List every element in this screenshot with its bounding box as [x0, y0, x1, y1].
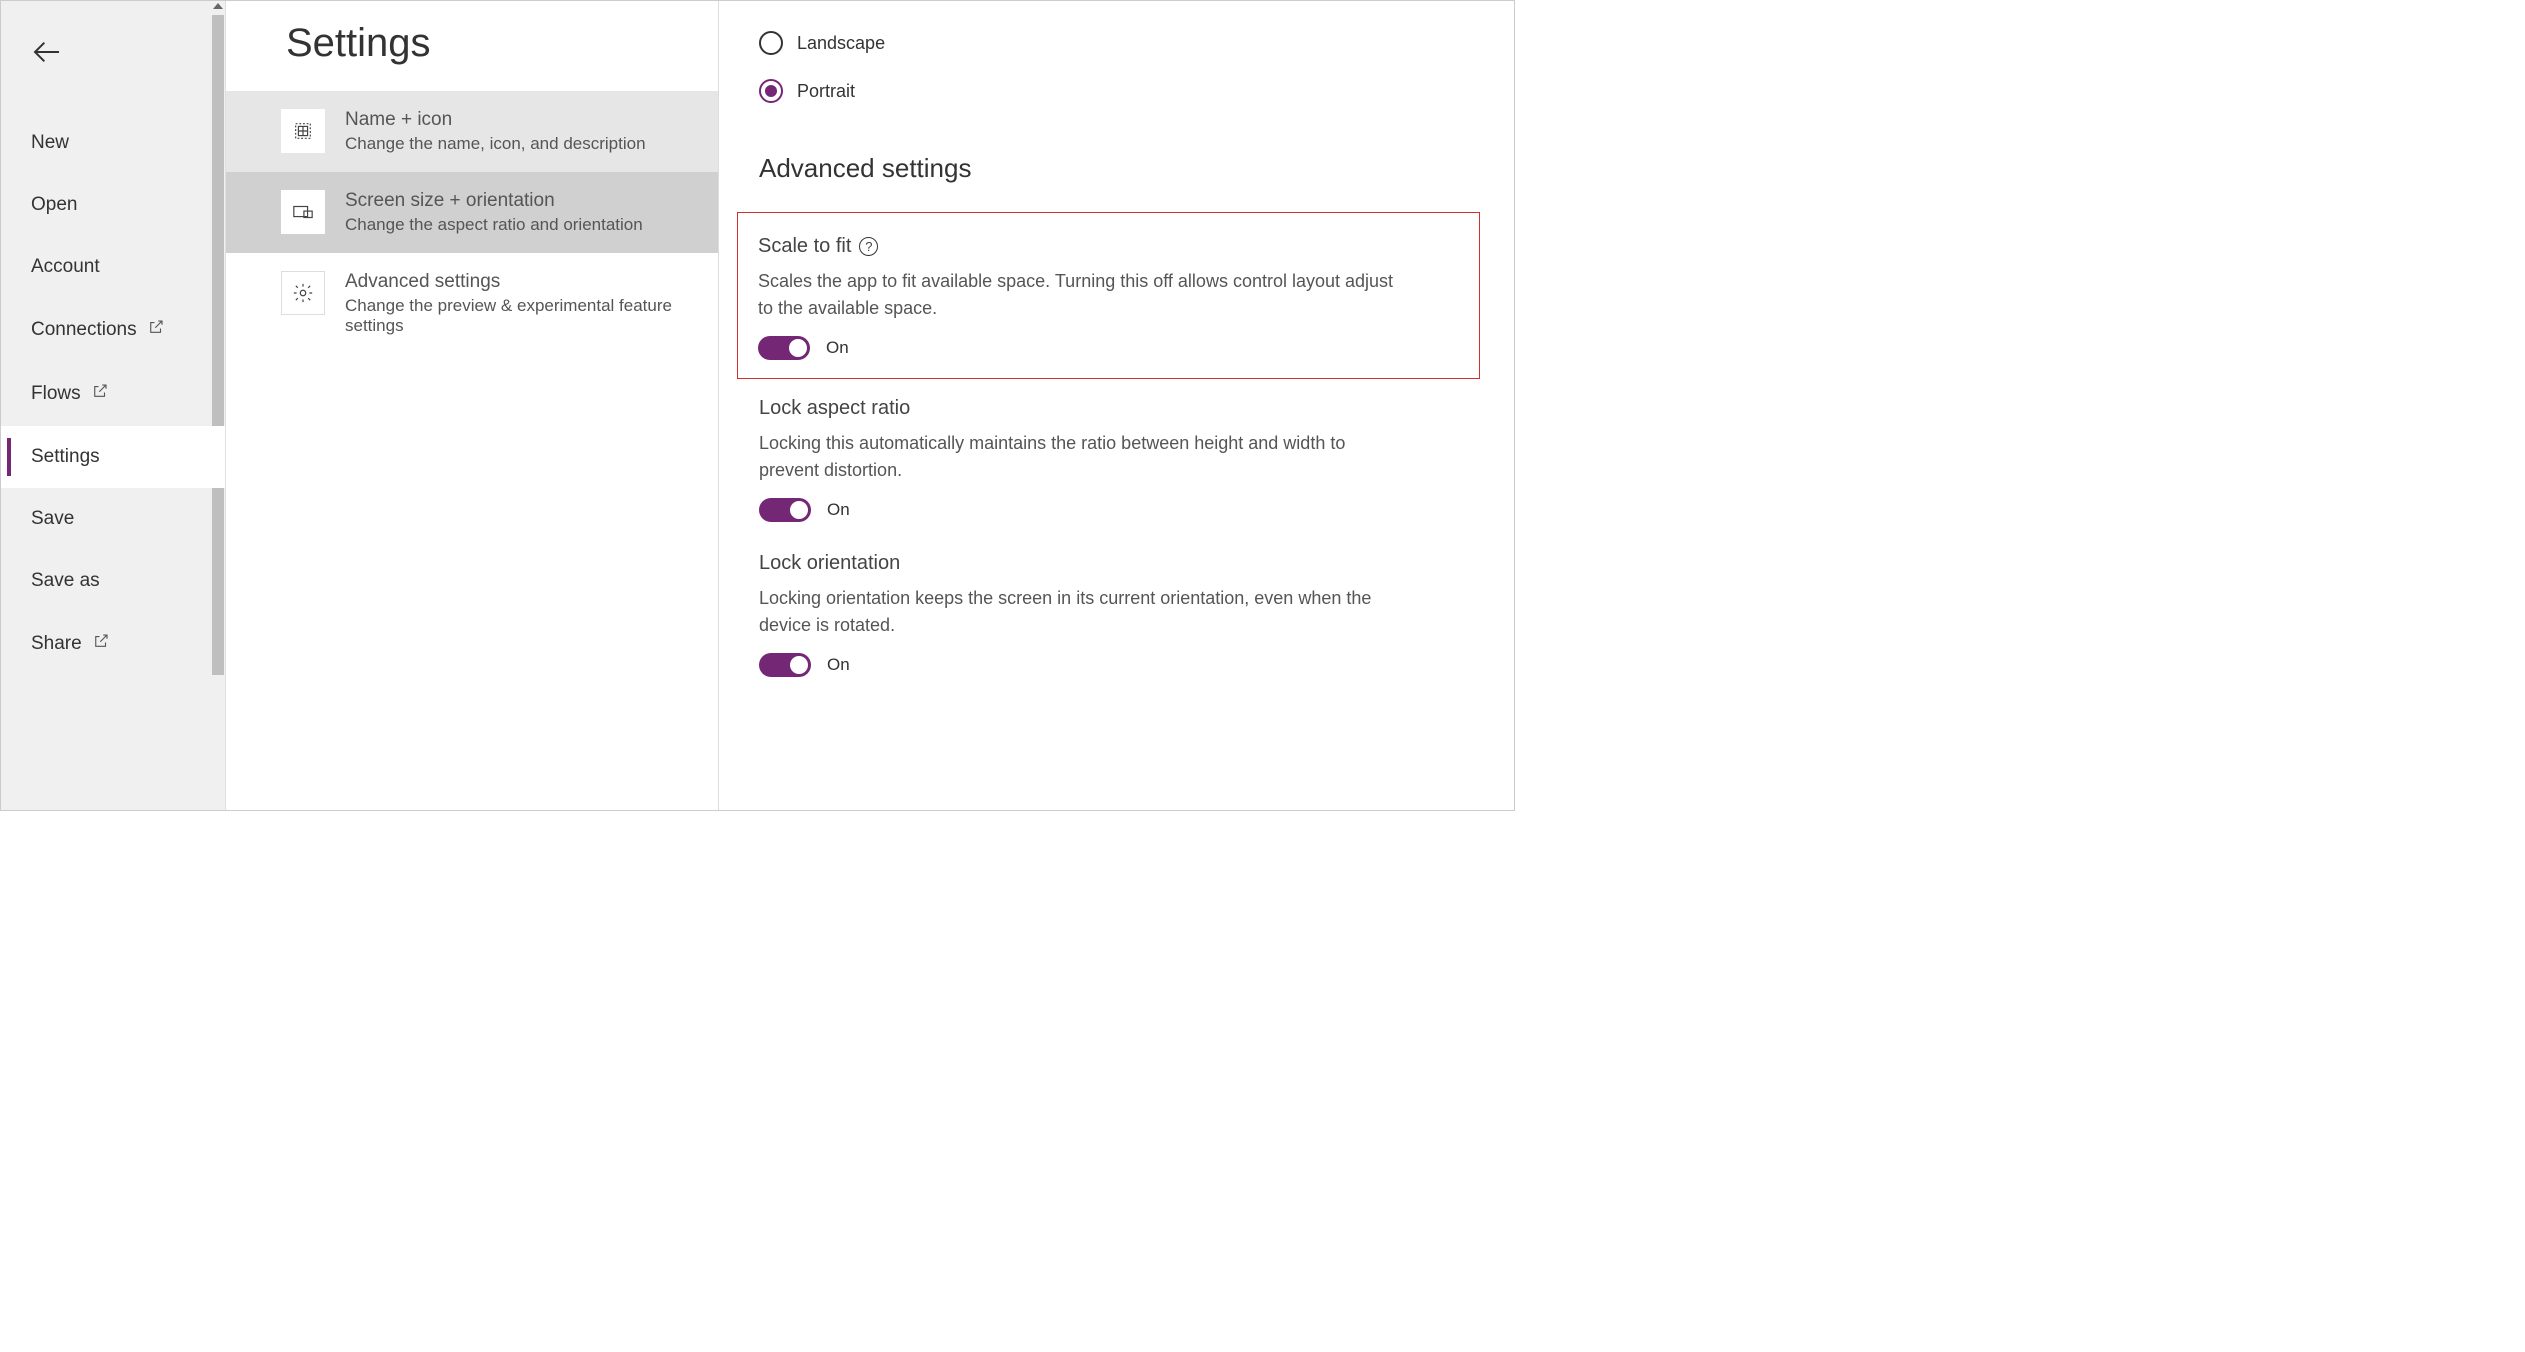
highlight-box: Scale to fit ? Scales the app to fit ava… — [737, 212, 1480, 379]
orientation-radio-group: Landscape Portrait — [759, 31, 1474, 103]
toggle-state-label: On — [826, 338, 849, 358]
category-name-icon[interactable]: Name + icon Change the name, icon, and d… — [226, 91, 718, 172]
setting-lock-aspect: Lock aspect ratio Locking this automatic… — [759, 397, 1474, 522]
sidebar-item-new[interactable]: New — [1, 112, 225, 174]
toggle-state-label: On — [827, 500, 850, 520]
name-icon-icon — [281, 109, 325, 153]
sidebar-item-save[interactable]: Save — [1, 488, 225, 550]
radio-label: Landscape — [797, 33, 885, 54]
back-button[interactable] — [1, 36, 225, 112]
radio-portrait[interactable]: Portrait — [759, 79, 1474, 103]
setting-title: Scale to fit — [758, 235, 851, 258]
toggle-lock-orientation[interactable] — [759, 653, 811, 677]
detail-panel: Landscape Portrait Advanced settings Sca… — [719, 1, 1514, 810]
sidebar-item-label: Connections — [31, 319, 137, 341]
category-desc: Change the name, icon, and description — [345, 134, 646, 154]
setting-lock-orientation: Lock orientation Locking orientation kee… — [759, 552, 1474, 677]
settings-category-panel: Settings Name + icon Change the name, ic… — [226, 1, 719, 810]
help-icon[interactable]: ? — [859, 237, 878, 256]
sidebar-item-account[interactable]: Account — [1, 236, 225, 298]
screen-size-icon — [281, 190, 325, 234]
category-title: Name + icon — [345, 109, 646, 131]
toggle-lock-aspect[interactable] — [759, 498, 811, 522]
category-screen-size[interactable]: Screen size + orientation Change the asp… — [226, 172, 718, 253]
sidebar-item-flows[interactable]: Flows — [1, 362, 225, 426]
radio-icon — [759, 79, 783, 103]
toggle-scale-to-fit[interactable] — [758, 336, 810, 360]
arrow-left-icon — [31, 36, 63, 68]
setting-desc: Locking orientation keeps the screen in … — [759, 585, 1409, 639]
sidebar-item-label: Account — [31, 256, 100, 278]
page-title: Settings — [226, 1, 718, 91]
category-advanced[interactable]: Advanced settings Change the preview & e… — [226, 253, 718, 354]
external-link-icon — [92, 632, 110, 656]
external-link-icon — [147, 318, 165, 342]
scroll-up-icon[interactable] — [213, 3, 223, 9]
sidebar-item-save-as[interactable]: Save as — [1, 550, 225, 612]
setting-scale-to-fit: Scale to fit ? Scales the app to fit ava… — [758, 235, 1459, 360]
sidebar-item-open[interactable]: Open — [1, 174, 225, 236]
sidebar-item-label: Open — [31, 194, 77, 216]
sidebar-item-label: New — [31, 132, 69, 154]
advanced-heading: Advanced settings — [759, 153, 1474, 184]
sidebar-item-connections[interactable]: Connections — [1, 298, 225, 362]
setting-title: Lock orientation — [759, 552, 900, 575]
category-desc: Change the preview & experimental featur… — [345, 296, 688, 336]
sidebar-item-label: Save as — [31, 570, 100, 592]
sidebar: New Open Account Connections Flows Setti… — [1, 1, 226, 810]
setting-desc: Locking this automatically maintains the… — [759, 430, 1409, 484]
category-title: Advanced settings — [345, 271, 688, 293]
radio-icon — [759, 31, 783, 55]
sidebar-item-label: Settings — [31, 446, 100, 468]
category-desc: Change the aspect ratio and orientation — [345, 215, 643, 235]
sidebar-item-share[interactable]: Share — [1, 612, 225, 676]
external-link-icon — [91, 382, 109, 406]
sidebar-item-label: Share — [31, 633, 82, 655]
sidebar-item-label: Flows — [31, 383, 81, 405]
radio-label: Portrait — [797, 81, 855, 102]
radio-landscape[interactable]: Landscape — [759, 31, 1474, 55]
toggle-state-label: On — [827, 655, 850, 675]
sidebar-item-label: Save — [31, 508, 74, 530]
category-title: Screen size + orientation — [345, 190, 643, 212]
gear-icon — [281, 271, 325, 315]
setting-desc: Scales the app to fit available space. T… — [758, 268, 1408, 322]
sidebar-item-settings[interactable]: Settings — [1, 426, 225, 488]
setting-title: Lock aspect ratio — [759, 397, 910, 420]
